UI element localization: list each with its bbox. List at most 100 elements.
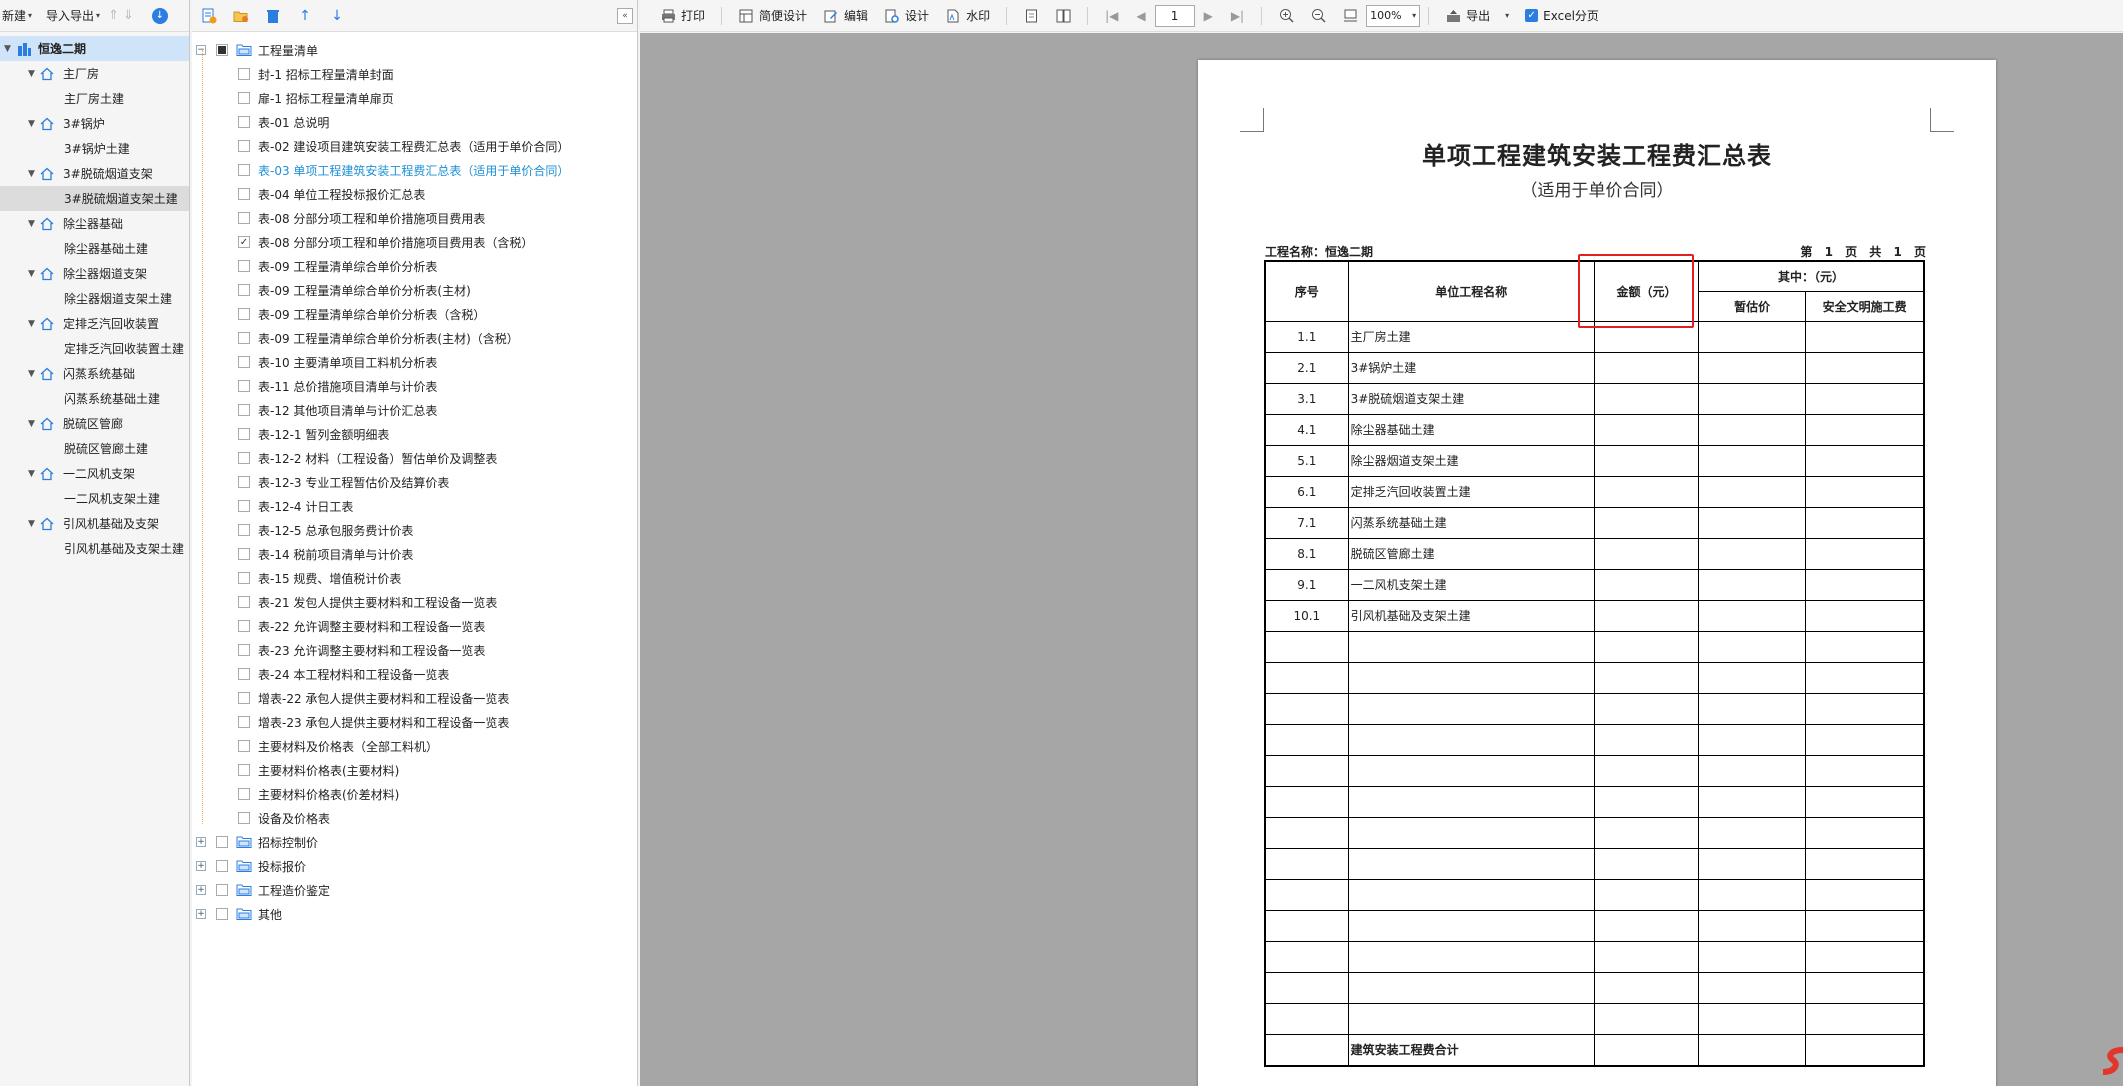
report-item-checkbox[interactable] bbox=[238, 188, 250, 200]
project-tree-parent[interactable]: ▼ 定排乏汽回收装置 bbox=[0, 311, 189, 336]
group-checkbox[interactable] bbox=[216, 836, 228, 848]
move-up-icon[interactable]: ⇑ bbox=[108, 8, 119, 23]
print-button[interactable]: 打印 bbox=[652, 4, 713, 28]
group-checkbox[interactable] bbox=[216, 908, 228, 920]
report-item[interactable]: 表-12-5 总承包服务费计价表 bbox=[192, 518, 637, 542]
page-number-input[interactable]: 1 bbox=[1154, 4, 1195, 27]
report-item[interactable]: 表-09 工程量清单综合单价分析表(主材) bbox=[192, 278, 637, 302]
zoom-out-button[interactable] bbox=[1302, 4, 1334, 28]
expand-plus-icon[interactable]: + bbox=[196, 885, 206, 895]
report-item[interactable]: 表-12-3 专业工程暂估价及结算价表 bbox=[192, 470, 637, 494]
report-item[interactable]: 表-14 税前项目清单与计价表 bbox=[192, 542, 637, 566]
report-item[interactable]: 表-09 工程量清单综合单价分析表(主材)（含税） bbox=[192, 326, 637, 350]
first-page-icon[interactable]: |◀ bbox=[1096, 9, 1127, 23]
report-item-checkbox[interactable] bbox=[238, 164, 250, 176]
report-group[interactable]: + 其他 bbox=[192, 902, 637, 926]
report-item[interactable]: 封-1 招标工程量清单封面 bbox=[192, 62, 637, 86]
expand-triangle-icon[interactable]: ▼ bbox=[28, 169, 40, 179]
report-item[interactable]: 表-24 本工程材料和工程设备一览表 bbox=[192, 662, 637, 686]
double-page-view-button[interactable] bbox=[1047, 4, 1079, 28]
report-group-bill[interactable]: − 工程量清单 bbox=[192, 38, 637, 62]
project-tree-child[interactable]: 主厂房土建 bbox=[0, 86, 189, 111]
report-item[interactable]: 表-04 单位工程投标报价汇总表 bbox=[192, 182, 637, 206]
report-group[interactable]: + 工程造价鉴定 bbox=[192, 878, 637, 902]
project-tree-parent[interactable]: ▼ 3#锅炉 bbox=[0, 111, 189, 136]
report-item[interactable]: 表-01 总说明 bbox=[192, 110, 637, 134]
project-tree-parent[interactable]: ▼ 除尘器基础 bbox=[0, 211, 189, 236]
report-item-checkbox[interactable] bbox=[238, 812, 250, 824]
report-item[interactable]: 表-08 分部分项工程和单价措施项目费用表 bbox=[192, 206, 637, 230]
project-tree-root[interactable]: ▼ 恒逸二期 bbox=[0, 36, 189, 61]
excel-paging-toggle[interactable]: ✓ Excel分页 bbox=[1517, 4, 1607, 28]
report-item-checkbox[interactable] bbox=[238, 428, 250, 440]
project-tree-parent[interactable]: ▼ 引风机基础及支架 bbox=[0, 511, 189, 536]
expand-plus-icon[interactable]: + bbox=[196, 909, 206, 919]
expand-triangle-icon[interactable]: ▼ bbox=[28, 119, 40, 129]
watermark-button[interactable]: 水印 bbox=[937, 4, 998, 28]
report-preview-area[interactable]: 单项工程建筑安装工程费汇总表 （适用于单价合同） 工程名称：恒逸二期 第 1 页… bbox=[640, 33, 2123, 1086]
report-item[interactable]: 表-09 工程量清单综合单价分析表（含税） bbox=[192, 302, 637, 326]
project-tree-child[interactable]: 除尘器基础土建 bbox=[0, 236, 189, 261]
delete-icon[interactable] bbox=[264, 7, 282, 25]
move-down-icon[interactable]: ⇓ bbox=[123, 8, 134, 23]
prev-page-icon[interactable]: ◀ bbox=[1127, 9, 1154, 23]
report-item[interactable]: 表-21 发包人提供主要材料和工程设备一览表 bbox=[192, 590, 637, 614]
report-item-checkbox[interactable] bbox=[238, 452, 250, 464]
report-group[interactable]: + 招标控制价 bbox=[192, 830, 637, 854]
project-tree-parent[interactable]: ▼ 主厂房 bbox=[0, 61, 189, 86]
project-tree-child[interactable]: 一二风机支架土建 bbox=[0, 486, 189, 511]
last-page-icon[interactable]: ▶| bbox=[1222, 9, 1253, 23]
report-item[interactable]: 表-11 总价措施项目清单与计价表 bbox=[192, 374, 637, 398]
arrow-up-icon[interactable]: ↑ bbox=[296, 7, 314, 25]
project-tree-child[interactable]: 3#锅炉土建 bbox=[0, 136, 189, 161]
project-tree-parent[interactable]: ▼ 一二风机支架 bbox=[0, 461, 189, 486]
project-tree-child[interactable]: 闪蒸系统基础土建 bbox=[0, 386, 189, 411]
report-item-checkbox[interactable] bbox=[238, 308, 250, 320]
collapse-panel-button[interactable]: « bbox=[617, 8, 633, 24]
group-checkbox[interactable] bbox=[216, 44, 228, 56]
expand-triangle-icon[interactable]: ▼ bbox=[28, 519, 40, 529]
expand-triangle-icon[interactable]: ▼ bbox=[4, 44, 16, 54]
report-item-checkbox[interactable] bbox=[238, 740, 250, 752]
zoom-in-button[interactable] bbox=[1270, 4, 1302, 28]
report-item-checkbox[interactable] bbox=[238, 668, 250, 680]
report-item[interactable]: 表-03 单项工程建筑安装工程费汇总表（适用于单价合同） bbox=[192, 158, 637, 182]
report-item[interactable]: 主要材料价格表(价差材料) bbox=[192, 782, 637, 806]
expand-triangle-icon[interactable]: ▼ bbox=[28, 369, 40, 379]
report-item[interactable]: 表-12-2 材料（工程设备）暂估单价及调整表 bbox=[192, 446, 637, 470]
report-item-checkbox[interactable] bbox=[238, 620, 250, 632]
report-item[interactable]: 主要材料价格表(主要材料) bbox=[192, 758, 637, 782]
expand-triangle-icon[interactable]: ▼ bbox=[28, 269, 40, 279]
import-export-menu-button[interactable]: 导入导出 ▾ bbox=[46, 7, 100, 24]
report-item[interactable]: 表-12 其他项目清单与计价汇总表 bbox=[192, 398, 637, 422]
new-menu-button[interactable]: 新建 ▾ bbox=[2, 7, 32, 24]
group-checkbox[interactable] bbox=[216, 884, 228, 896]
report-item[interactable]: 主要材料及价格表（全部工料机） bbox=[192, 734, 637, 758]
next-page-icon[interactable]: ▶ bbox=[1195, 9, 1222, 23]
report-item-checkbox[interactable] bbox=[238, 788, 250, 800]
report-item-checkbox[interactable] bbox=[238, 716, 250, 728]
project-tree-child[interactable]: 除尘器烟道支架土建 bbox=[0, 286, 189, 311]
report-item[interactable]: ✓ 表-08 分部分项工程和单价措施项目费用表（含税） bbox=[192, 230, 637, 254]
report-item[interactable]: 增表-23 承包人提供主要材料和工程设备一览表 bbox=[192, 710, 637, 734]
expand-triangle-icon[interactable]: ▼ bbox=[28, 419, 40, 429]
single-page-view-button[interactable] bbox=[1015, 4, 1047, 28]
report-item-checkbox[interactable] bbox=[238, 692, 250, 704]
fit-page-button[interactable] bbox=[1334, 4, 1366, 28]
simple-design-button[interactable]: 简便设计 bbox=[730, 4, 815, 28]
report-item-checkbox[interactable] bbox=[238, 476, 250, 488]
group-checkbox[interactable] bbox=[216, 860, 228, 872]
report-item[interactable]: 表-10 主要清单项目工料机分析表 bbox=[192, 350, 637, 374]
project-tree-parent[interactable]: ▼ 脱硫区管廊 bbox=[0, 411, 189, 436]
project-tree-child[interactable]: 脱硫区管廊土建 bbox=[0, 436, 189, 461]
report-item[interactable]: 表-02 建设项目建筑安装工程费汇总表（适用于单价合同） bbox=[192, 134, 637, 158]
expand-plus-icon[interactable]: + bbox=[196, 837, 206, 847]
report-item-checkbox[interactable] bbox=[238, 332, 250, 344]
report-item[interactable]: 表-23 允许调整主要材料和工程设备一览表 bbox=[192, 638, 637, 662]
expand-triangle-icon[interactable]: ▼ bbox=[28, 219, 40, 229]
arrow-down-icon[interactable]: ↓ bbox=[328, 7, 346, 25]
design-button[interactable]: 设计 bbox=[876, 4, 937, 28]
expand-triangle-icon[interactable]: ▼ bbox=[28, 69, 40, 79]
report-item-checkbox[interactable] bbox=[238, 260, 250, 272]
report-item[interactable]: 表-12-1 暂列金额明细表 bbox=[192, 422, 637, 446]
